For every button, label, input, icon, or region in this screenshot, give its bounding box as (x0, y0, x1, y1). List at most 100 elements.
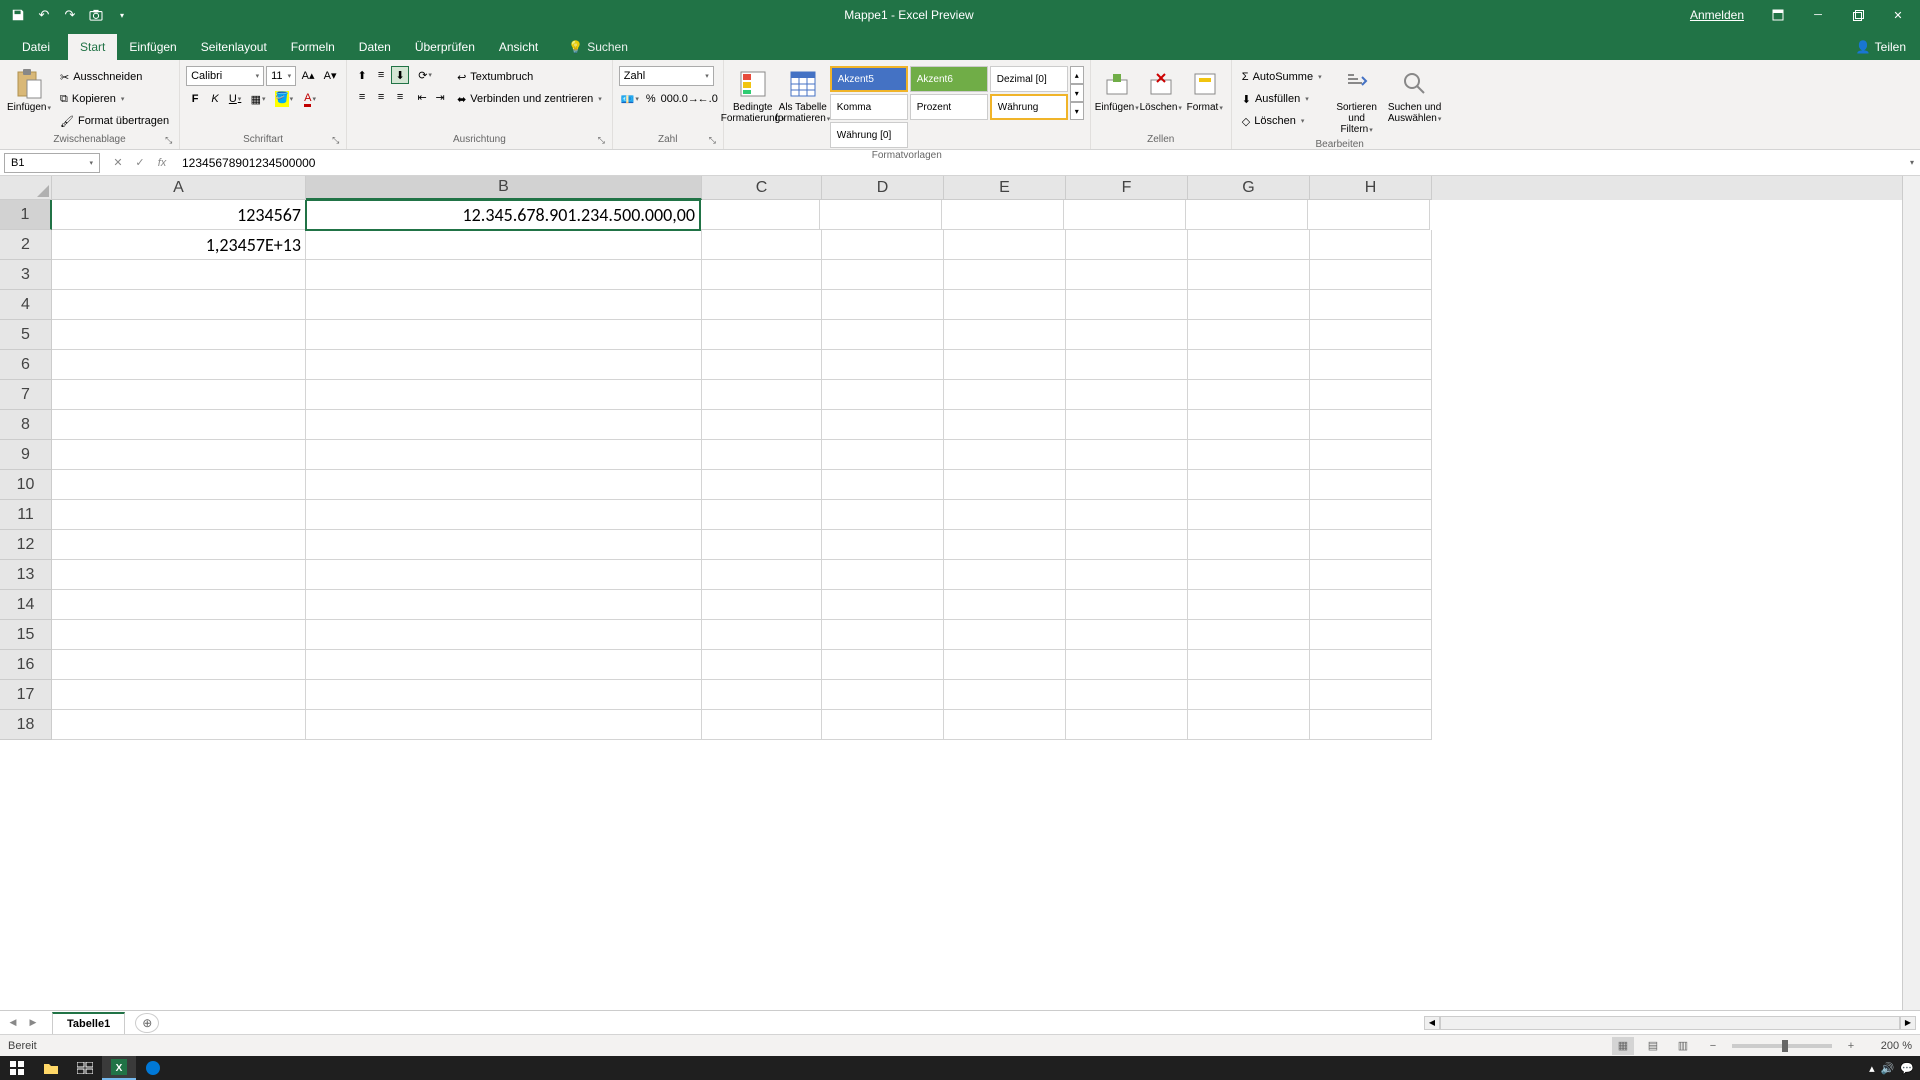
cell-B16[interactable] (306, 650, 702, 680)
style-akzent6[interactable]: Akzent6 (910, 66, 988, 92)
cell-H2[interactable] (1310, 230, 1432, 260)
clear-button[interactable]: ◇Löschen▾ (1238, 110, 1326, 132)
cell-E12[interactable] (944, 530, 1066, 560)
cell-H17[interactable] (1310, 680, 1432, 710)
cell-C9[interactable] (702, 440, 822, 470)
suchen-tell-me[interactable]: 💡 Suchen (564, 34, 632, 60)
vertical-scrollbar[interactable] (1902, 176, 1920, 1034)
cell-E8[interactable] (944, 410, 1066, 440)
cell-H10[interactable] (1310, 470, 1432, 500)
cell-D2[interactable] (822, 230, 944, 260)
align-bottom-icon[interactable]: ⬇ (391, 66, 409, 84)
cell-B9[interactable] (306, 440, 702, 470)
col-header-F[interactable]: F (1066, 176, 1188, 200)
cell-G15[interactable] (1188, 620, 1310, 650)
cell-E1[interactable] (942, 200, 1064, 230)
horizontal-scrollbar[interactable] (1440, 1016, 1900, 1030)
cell-C7[interactable] (702, 380, 822, 410)
save-icon[interactable] (6, 3, 30, 27)
cell-D9[interactable] (822, 440, 944, 470)
cell-H14[interactable] (1310, 590, 1432, 620)
cell-F2[interactable] (1066, 230, 1188, 260)
cell-D11[interactable] (822, 500, 944, 530)
cell-A8[interactable] (52, 410, 306, 440)
autosum-button[interactable]: ΣAutoSumme▾ (1238, 66, 1326, 88)
paste-button[interactable]: Einfügen▾ (6, 66, 52, 115)
cell-F17[interactable] (1066, 680, 1188, 710)
cell-F8[interactable] (1066, 410, 1188, 440)
align-right-icon[interactable]: ≡ (391, 88, 409, 106)
cell-H5[interactable] (1310, 320, 1432, 350)
ribbon-display-icon[interactable] (1760, 0, 1796, 30)
cell-G14[interactable] (1188, 590, 1310, 620)
cell-A17[interactable] (52, 680, 306, 710)
cell-H4[interactable] (1310, 290, 1432, 320)
underline-button[interactable]: U▾ (226, 90, 244, 108)
cell-F13[interactable] (1066, 560, 1188, 590)
cell-D10[interactable] (822, 470, 944, 500)
cell-F18[interactable] (1066, 710, 1188, 740)
cell-D15[interactable] (822, 620, 944, 650)
cell-E4[interactable] (944, 290, 1066, 320)
cell-F3[interactable] (1066, 260, 1188, 290)
increase-decimal-icon[interactable]: .0→ (680, 90, 698, 108)
tray-notification-icon[interactable]: 💬 (1900, 1062, 1914, 1075)
cell-F7[interactable] (1066, 380, 1188, 410)
excel-taskbar-icon[interactable]: X (102, 1056, 136, 1080)
name-box[interactable]: B1▾ (4, 153, 100, 173)
cell-B13[interactable] (306, 560, 702, 590)
cell-B5[interactable] (306, 320, 702, 350)
cell-H1[interactable] (1308, 200, 1430, 230)
cell-C4[interactable] (702, 290, 822, 320)
cell-B12[interactable] (306, 530, 702, 560)
style-akzent5[interactable]: Akzent5 (830, 66, 908, 92)
minimize-button[interactable]: ─ (1800, 0, 1836, 30)
cell-B8[interactable] (306, 410, 702, 440)
cell-H13[interactable] (1310, 560, 1432, 590)
row-header-1[interactable]: 1 (0, 200, 52, 230)
cell-C2[interactable] (702, 230, 822, 260)
select-all-button[interactable] (0, 176, 52, 200)
cell-C10[interactable] (702, 470, 822, 500)
cell-H16[interactable] (1310, 650, 1432, 680)
cell-G8[interactable] (1188, 410, 1310, 440)
cell-B2[interactable] (306, 230, 702, 260)
cell-B14[interactable] (306, 590, 702, 620)
cell-G4[interactable] (1188, 290, 1310, 320)
percent-icon[interactable]: % (642, 90, 660, 108)
sign-in-link[interactable]: Anmelden (1678, 8, 1756, 22)
cut-button[interactable]: ✂Ausschneiden (56, 66, 173, 88)
style-prozent[interactable]: Prozent (910, 94, 988, 120)
enter-formula-icon[interactable]: ✓ (130, 153, 150, 173)
font-size-select[interactable]: 11▾ (266, 66, 296, 86)
align-top-icon[interactable]: ⬆ (353, 66, 371, 84)
cell-F15[interactable] (1066, 620, 1188, 650)
cell-F6[interactable] (1066, 350, 1188, 380)
fill-color-button[interactable]: 🪣▾ (272, 90, 296, 108)
style-wahrung0[interactable]: Währung [0] (830, 122, 908, 148)
cell-E13[interactable] (944, 560, 1066, 590)
cell-C8[interactable] (702, 410, 822, 440)
redo-icon[interactable]: ↷ (58, 3, 82, 27)
row-header-14[interactable]: 14 (0, 590, 52, 620)
merge-center-button[interactable]: ⬌Verbinden und zentrieren▾ (453, 88, 606, 110)
cell-D5[interactable] (822, 320, 944, 350)
cell-A5[interactable] (52, 320, 306, 350)
font-color-button[interactable]: A▾ (298, 90, 322, 108)
cell-F12[interactable] (1066, 530, 1188, 560)
cell-A2[interactable]: 1,23457E+13 (52, 230, 306, 260)
format-painter-button[interactable]: 🖌Format übertragen (56, 110, 173, 132)
cell-A15[interactable] (52, 620, 306, 650)
row-header-2[interactable]: 2 (0, 230, 52, 260)
cell-A11[interactable] (52, 500, 306, 530)
cell-D18[interactable] (822, 710, 944, 740)
cell-A16[interactable] (52, 650, 306, 680)
fx-icon[interactable]: fx (152, 153, 172, 173)
fill-button[interactable]: ⬇Ausfüllen▾ (1238, 88, 1326, 110)
row-header-5[interactable]: 5 (0, 320, 52, 350)
style-komma[interactable]: Komma (830, 94, 908, 120)
row-header-7[interactable]: 7 (0, 380, 52, 410)
hscroll-left-icon[interactable]: ◀ (1424, 1016, 1440, 1030)
decrease-font-icon[interactable]: A▾ (320, 66, 340, 84)
number-format-select[interactable]: Zahl▾ (619, 66, 714, 86)
